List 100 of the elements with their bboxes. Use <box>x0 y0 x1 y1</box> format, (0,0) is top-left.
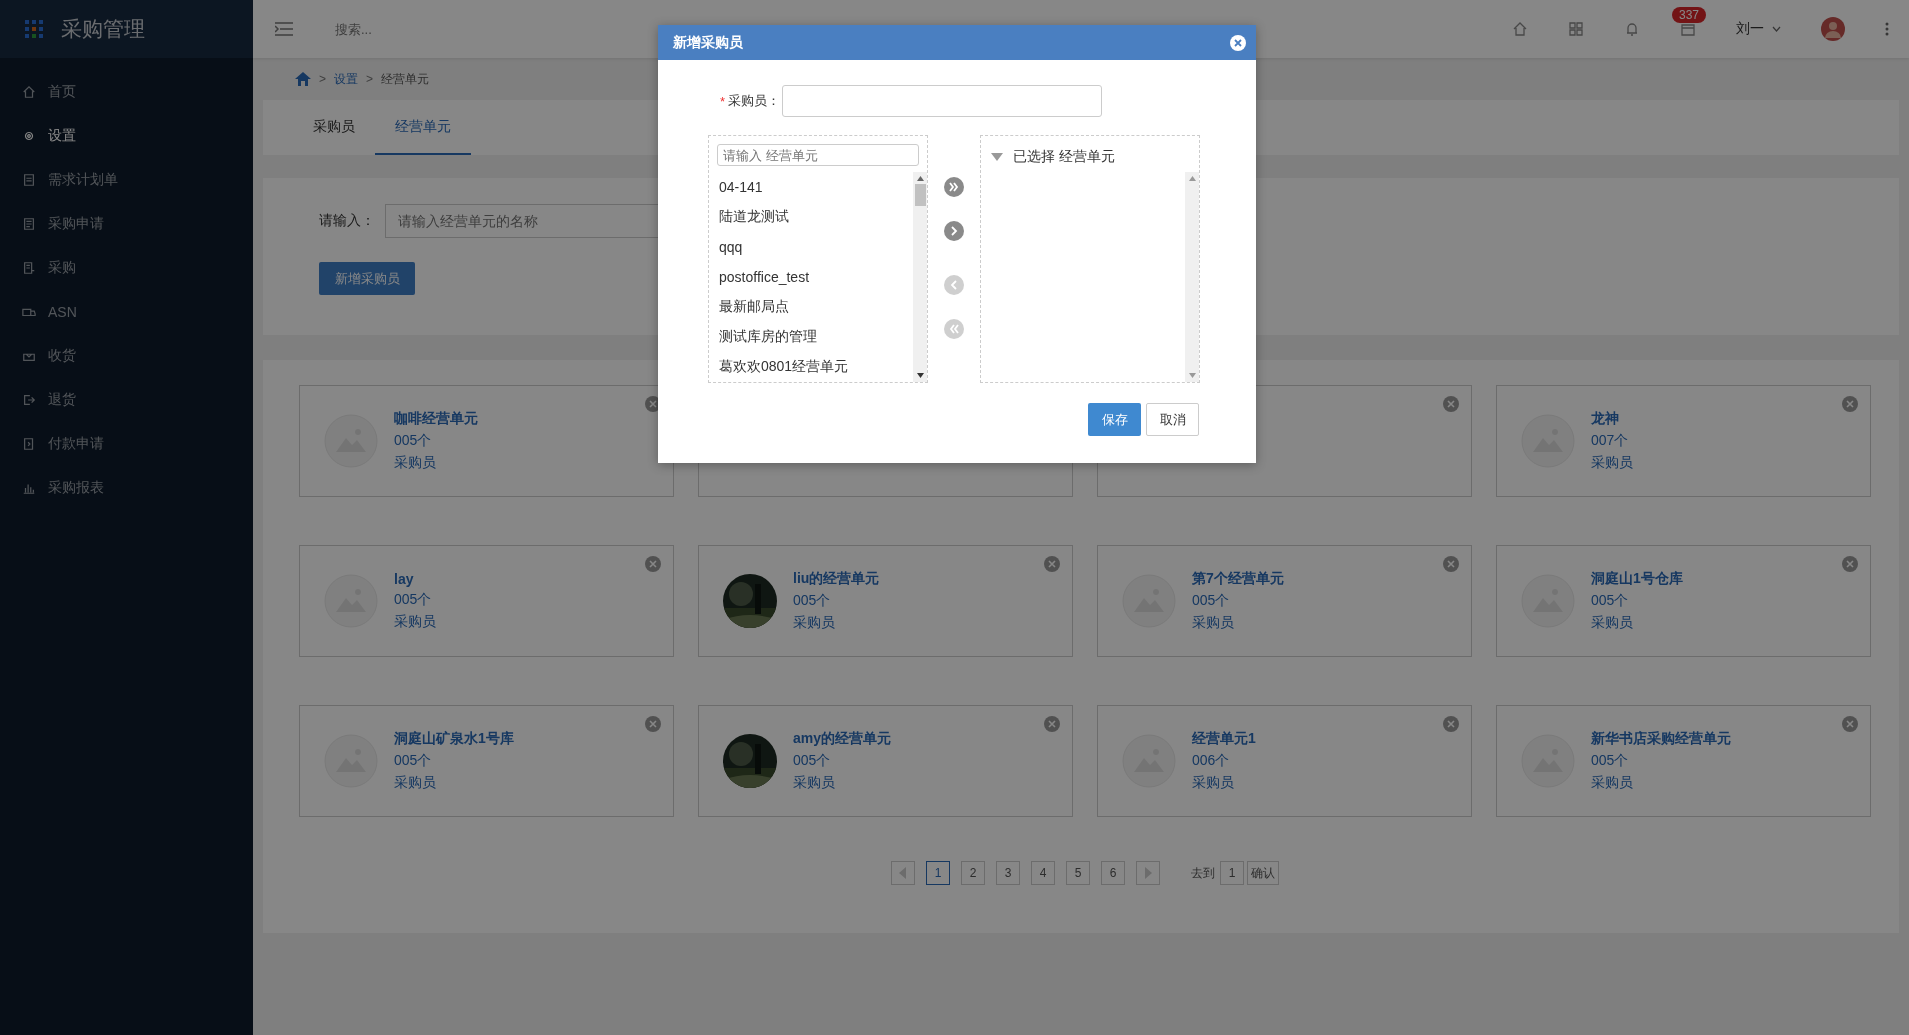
unit-card[interactable]: lay 005个 采购员 <box>299 545 674 657</box>
list-item[interactable]: 葛欢欢0801经营单元 <box>719 352 913 382</box>
required-mark: * <box>720 93 726 109</box>
grid-icon[interactable] <box>1568 21 1584 37</box>
app-grid-icon[interactable] <box>25 20 43 38</box>
unit-card[interactable]: 新华书店采购经营单元 005个 采购员 <box>1496 705 1871 817</box>
buyer-label: 采购员 <box>1591 454 1633 472</box>
caret-icon[interactable] <box>1772 26 1781 32</box>
sidebar-item[interactable]: 退货 <box>0 378 253 422</box>
unit-card[interactable]: liu的经营单元 005个 采购员 <box>698 545 1073 657</box>
unit-name[interactable]: 新华书店采购经营单元 <box>1591 730 1731 748</box>
buyer-label: 采购员 <box>394 613 436 631</box>
breadcrumb-item: 经营单元 <box>381 70 430 88</box>
unit-card[interactable]: 洞庭山矿泉水1号库 005个 采购员 <box>299 705 674 817</box>
unit-name[interactable]: amy的经营单元 <box>793 730 892 748</box>
move-right-button[interactable] <box>944 221 964 241</box>
sidebar-item[interactable]: 需求计划单 <box>0 158 253 202</box>
buyer-count: 005个 <box>1591 752 1630 770</box>
document-icon <box>22 437 36 451</box>
selected-title: 已选择 经营单元 <box>1013 148 1115 166</box>
app-title: 采购管理 <box>61 16 145 42</box>
tab[interactable]: 采购员 <box>293 100 375 155</box>
list-item[interactable]: 04-141 <box>719 172 913 202</box>
page-button[interactable]: 5 <box>1066 861 1090 885</box>
previous-page-button[interactable] <box>891 861 915 885</box>
unit-card[interactable]: 洞庭山1号仓库 005个 采购员 <box>1496 545 1871 657</box>
scroll-up-icon[interactable] <box>916 176 924 181</box>
sidebar-item[interactable]: 采购报表 <box>0 466 253 510</box>
scroll-down-icon[interactable] <box>916 373 924 378</box>
buyer-label: 采购员 <box>1591 614 1634 632</box>
next-page-button[interactable] <box>1136 861 1160 885</box>
buyer-label: 采购员 <box>1192 774 1235 792</box>
scroll-thumb[interactable] <box>914 184 926 206</box>
unit-search-field[interactable]: 请输入 经营单元 <box>717 144 919 166</box>
sidebar-item[interactable]: 首页 <box>0 70 253 114</box>
unit-card[interactable]: 龙神 007个 采购员 <box>1496 385 1871 497</box>
page-button[interactable]: 4 <box>1031 861 1055 885</box>
confirm-button[interactable]: 确认 <box>1247 861 1279 885</box>
list-item[interactable]: 陆道龙测试 <box>719 202 913 232</box>
save-button[interactable]: 保存 <box>1088 403 1141 436</box>
list-item[interactable]: postoffice_test <box>719 262 913 292</box>
sidebar-item[interactable]: 付款申请 <box>0 422 253 466</box>
avatar[interactable] <box>1821 17 1845 41</box>
unit-name[interactable]: liu的经营单元 <box>793 570 880 588</box>
add-buyer-button[interactable]: 新增采购员 <box>319 262 415 295</box>
unit-name[interactable]: 咖啡经营单元 <box>394 410 478 428</box>
scroll-up-icon[interactable] <box>1188 176 1196 181</box>
home-icon[interactable] <box>1512 21 1528 37</box>
page-button[interactable]: 1 <box>926 861 950 885</box>
close-icon[interactable] <box>1230 34 1246 51</box>
form-icon <box>22 217 36 231</box>
sidebar-item[interactable]: ASN <box>0 290 253 334</box>
cancel-button[interactable]: 取消 <box>1146 403 1199 436</box>
document-icon <box>22 261 36 275</box>
user-name[interactable]: 刘一 <box>1736 20 1764 38</box>
search-field[interactable]: 搜索... <box>333 20 537 38</box>
unit-card[interactable]: amy的经营单元 005个 采购员 <box>698 705 1073 817</box>
breadcrumb-separator: > <box>366 72 374 86</box>
more-icon[interactable] <box>1885 22 1889 36</box>
unit-name[interactable]: lay <box>394 571 436 587</box>
page-button[interactable]: 2 <box>961 861 985 885</box>
dialog-title: 新增采购员 <box>673 33 743 52</box>
buyer-label: 采购员： <box>728 92 781 110</box>
bell-icon[interactable] <box>1624 21 1640 37</box>
unit-card[interactable]: 第7个经营单元 005个 采购员 <box>1097 545 1472 657</box>
breadcrumb-item[interactable]: 设置 <box>334 70 358 88</box>
page-field[interactable]: 1 <box>1220 861 1244 885</box>
buyer-count: 005个 <box>394 591 433 609</box>
home-icon[interactable] <box>295 72 311 86</box>
breadcrumb-separator: > <box>319 72 326 86</box>
notification-badge: 337 <box>1672 7 1707 23</box>
document-icon <box>22 173 36 187</box>
list-item[interactable]: 测试库房的管理 <box>719 322 913 352</box>
sidebar-item[interactable]: 采购申请 <box>0 202 253 246</box>
box-icon[interactable] <box>1680 21 1696 37</box>
unit-name[interactable]: 龙神 <box>1591 410 1633 428</box>
move-right-button[interactable] <box>944 177 964 197</box>
unit-name[interactable]: 第7个经营单元 <box>1192 570 1284 588</box>
page-button[interactable]: 3 <box>996 861 1020 885</box>
tab[interactable]: 经营单元 <box>375 100 471 155</box>
scrollbar[interactable] <box>913 172 927 382</box>
unit-name[interactable]: 洞庭山矿泉水1号库 <box>394 730 514 748</box>
home-icon <box>22 85 36 99</box>
buyer-label: 采购员 <box>793 614 836 632</box>
sidebar-item[interactable]: 采购 <box>0 246 253 290</box>
unit-name[interactable]: 洞庭山1号仓库 <box>1591 570 1683 588</box>
buyer-count: 005个 <box>1192 592 1231 610</box>
menu-icon[interactable] <box>275 22 293 36</box>
scrollbar[interactable] <box>1185 172 1199 382</box>
right-triangle-icon <box>1144 867 1152 879</box>
buyer-label: 采购员 <box>1591 774 1634 792</box>
page-button[interactable]: 6 <box>1101 861 1125 885</box>
sidebar-item[interactable]: 设置 <box>0 114 253 158</box>
unit-name[interactable]: 经营单元1 <box>1192 730 1256 748</box>
list-item[interactable]: 最新邮局点 <box>719 292 913 322</box>
collapse-icon[interactable] <box>991 153 1003 161</box>
exit-icon <box>22 393 36 407</box>
sidebar-item[interactable]: 收货 <box>0 334 253 378</box>
buyer-field[interactable] <box>782 85 1103 117</box>
unit-card[interactable]: 经营单元1 006个 采购员 <box>1097 705 1472 817</box>
